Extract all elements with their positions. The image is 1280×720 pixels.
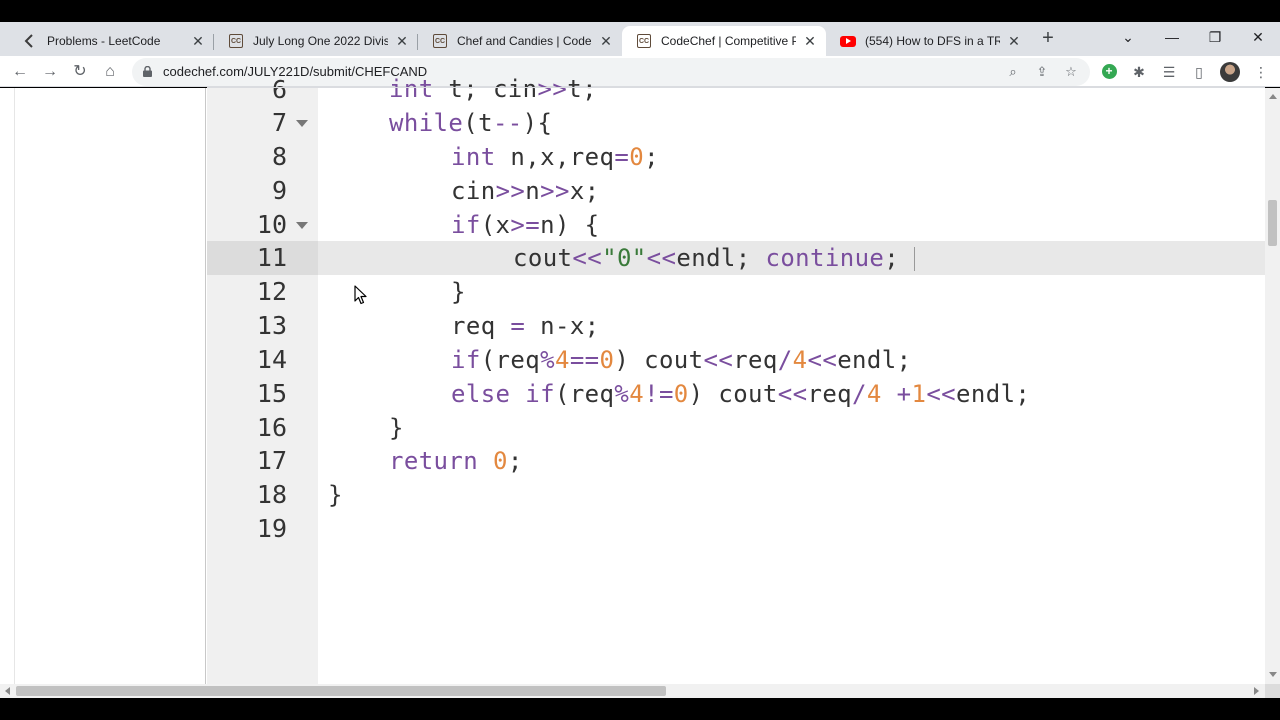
fold-arrow-icon[interactable] [296, 120, 308, 127]
tab-leetcode[interactable]: Problems - LeetCode ✕ [8, 26, 214, 56]
left-panel [14, 88, 206, 684]
line-number: 11 [256, 243, 287, 272]
code-line: } [451, 278, 466, 306]
close-icon[interactable]: ✕ [190, 33, 206, 49]
line-number: 15 [256, 379, 287, 408]
close-icon[interactable]: ✕ [394, 33, 410, 49]
line-number: 12 [256, 277, 287, 306]
text-caret [914, 247, 915, 271]
code-line: if(x>=n) { [451, 211, 600, 239]
line-number: 16 [256, 413, 287, 442]
tab-search-button[interactable]: ⌄ [1108, 24, 1148, 50]
code-line: cout<<"0"<<endl; continue; [513, 244, 900, 272]
code-line: int n,x,req=0; [451, 143, 659, 171]
side-panel-icon[interactable]: ▯ [1188, 61, 1210, 83]
codechef-icon: CC [432, 33, 448, 49]
code-line: else if(req%4!=0) cout<<req/4 +1<<endl; [451, 380, 1031, 408]
reading-list-icon[interactable]: ☰ [1158, 61, 1180, 83]
share-icon[interactable]: ⇪ [1033, 63, 1051, 81]
close-icon[interactable]: ✕ [802, 33, 818, 49]
scrollbar-corner [1265, 684, 1280, 698]
letterbox-bottom [0, 698, 1280, 720]
letterbox-top [0, 0, 1280, 22]
line-number: 9 [271, 176, 287, 205]
code-line: } [328, 481, 343, 509]
new-tab-button[interactable]: + [1036, 27, 1060, 51]
line-number: 7 [271, 108, 287, 137]
line-number: 14 [256, 345, 287, 374]
tab-title: July Long One 2022 Division [253, 34, 388, 48]
scroll-up-arrow-icon[interactable] [1269, 94, 1277, 99]
line-number: 8 [271, 142, 287, 171]
code-line: cin>>n>>x; [451, 177, 600, 205]
home-button[interactable]: ⌂ [98, 60, 122, 84]
close-window-button[interactable]: ✕ [1238, 24, 1278, 50]
code-line: while(t--){ [389, 109, 553, 137]
code-line: return 0; [389, 447, 523, 475]
code-line: if(req%4==0) cout<<req/4<<endl; [451, 346, 912, 374]
codechef-icon: CC [636, 33, 652, 49]
line-number: 10 [256, 210, 287, 239]
code-line: int t; cin>>t; [389, 75, 597, 103]
line-number: 17 [256, 446, 287, 475]
close-icon[interactable]: ✕ [1006, 33, 1022, 49]
menu-kebab-icon[interactable]: ⋮ [1250, 61, 1272, 83]
mouse-cursor-icon [354, 285, 367, 305]
profile-avatar[interactable] [1219, 61, 1241, 83]
extension-green-icon[interactable]: + [1098, 61, 1120, 83]
line-number: 18 [256, 480, 287, 509]
tab-title: (554) How to DFS in a TREE | [865, 34, 1000, 48]
browser-toolbar: ← → ↻ ⌂ codechef.com/JULY221D/submit/CHE… [0, 56, 1280, 87]
scroll-right-arrow-icon[interactable] [1254, 687, 1259, 695]
close-icon[interactable]: ✕ [598, 33, 614, 49]
vertical-scroll-thumb[interactable] [1268, 200, 1277, 246]
tab-title: CodeChef | Competitive Prog [661, 34, 796, 48]
youtube-icon [840, 33, 856, 49]
scroll-left-arrow-icon[interactable] [5, 687, 10, 695]
tab-title: Problems - LeetCode [47, 34, 161, 48]
fold-arrow-icon[interactable] [296, 222, 308, 229]
horizontal-scrollbar[interactable] [0, 684, 1265, 698]
scroll-down-arrow-icon[interactable] [1269, 672, 1277, 677]
restore-button[interactable]: ❐ [1195, 24, 1235, 50]
tab-youtube[interactable]: (554) How to DFS in a TREE | ✕ [826, 26, 1030, 56]
line-number: 13 [256, 311, 287, 340]
code-line: } [389, 414, 404, 442]
leetcode-icon [22, 33, 38, 49]
editor-top-clip [207, 87, 1265, 88]
codechef-icon: CC [228, 33, 244, 49]
url-text: codechef.com/JULY221D/submit/CHEFCAND [163, 64, 428, 79]
bookmark-star-icon[interactable]: ☆ [1062, 63, 1080, 81]
lock-icon [143, 66, 152, 77]
tab-strip: Problems - LeetCode ✕ CC July Long One 2… [0, 22, 1280, 56]
vertical-scrollbar[interactable] [1265, 88, 1280, 684]
zoom-icon[interactable]: ⌕ [1004, 63, 1022, 81]
line-number: 6 [271, 75, 287, 104]
code-line: req = n-x; [451, 312, 600, 340]
back-button[interactable]: ← [8, 60, 32, 84]
extensions-puzzle-icon[interactable]: ✱ [1128, 61, 1150, 83]
tab-title: Chef and Candies | CodeChef [457, 34, 592, 48]
horizontal-scroll-thumb[interactable] [16, 686, 666, 696]
tab-chef-candies[interactable]: CC Chef and Candies | CodeChef ✕ [418, 26, 622, 56]
forward-button[interactable]: → [38, 60, 62, 84]
reload-button[interactable]: ↻ [68, 60, 92, 84]
tab-july-long[interactable]: CC July Long One 2022 Division ✕ [214, 26, 418, 56]
tab-codechef-active[interactable]: CC CodeChef | Competitive Prog ✕ [622, 26, 826, 56]
minimize-button[interactable]: — [1152, 24, 1192, 50]
line-number: 19 [256, 514, 287, 543]
